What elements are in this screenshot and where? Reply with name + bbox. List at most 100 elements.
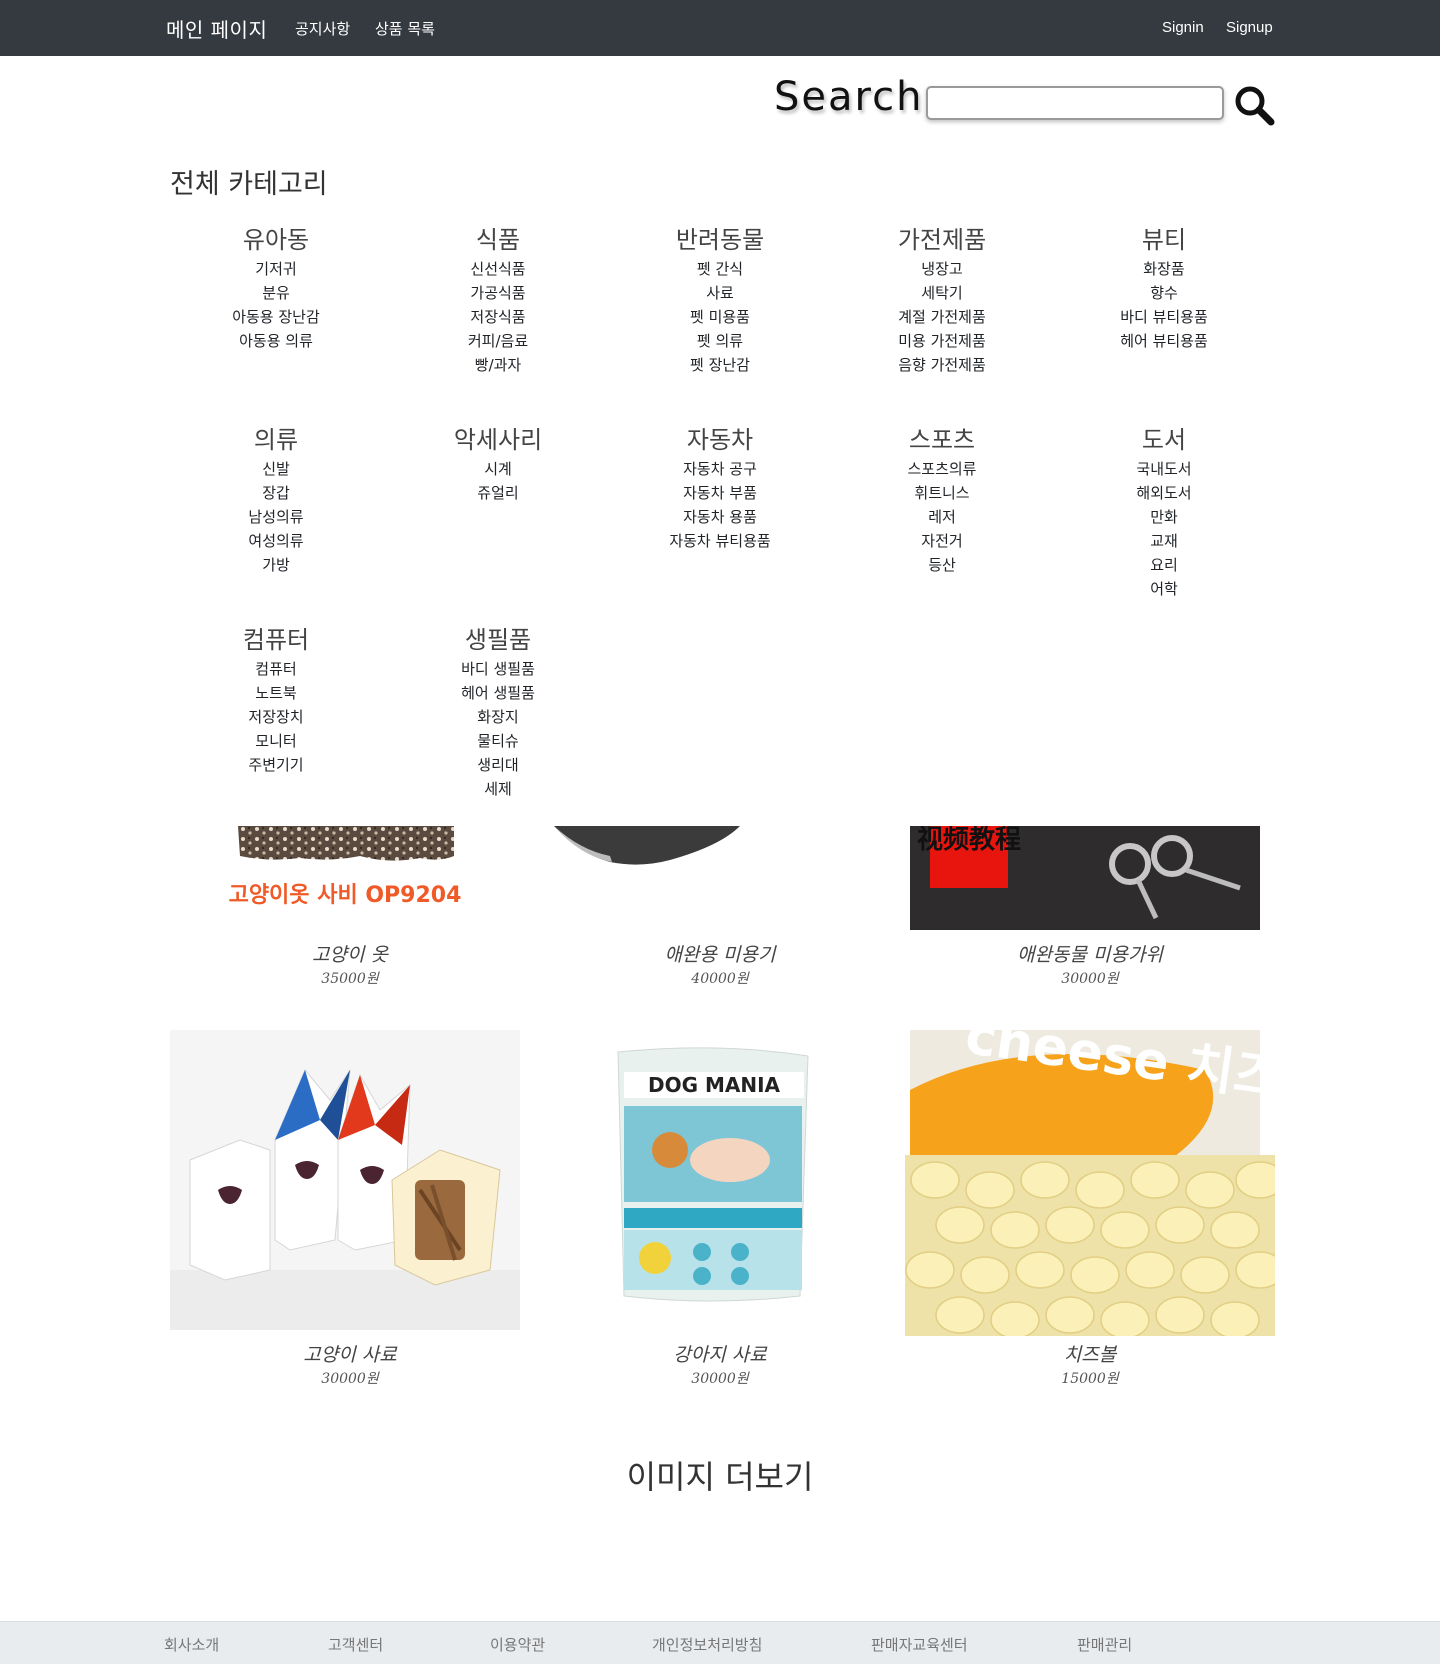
footer-link-terms[interactable]: 이용약관 bbox=[490, 1634, 545, 1655]
product-image-pet-clipper[interactable] bbox=[540, 826, 900, 930]
category-group: 도서 국내도서 해외도서 만화 교재 요리 어학 bbox=[1064, 425, 1264, 601]
category-item[interactable]: 저장식품 bbox=[398, 305, 598, 329]
footer-link-company[interactable]: 회사소개 bbox=[164, 1634, 219, 1655]
brand-home-link[interactable]: 메인 페이지 bbox=[166, 14, 267, 43]
category-item[interactable]: 쥬얼리 bbox=[398, 481, 598, 505]
category-item[interactable]: 휘트니스 bbox=[842, 481, 1042, 505]
search-input[interactable] bbox=[926, 86, 1224, 120]
category-item[interactable]: 신발 bbox=[176, 457, 376, 481]
category-item[interactable]: 스포츠의류 bbox=[842, 457, 1042, 481]
category-item[interactable]: 냉장고 bbox=[842, 257, 1042, 281]
category-item[interactable]: 모니터 bbox=[176, 729, 376, 753]
category-heading[interactable]: 가전제품 bbox=[842, 225, 1042, 255]
product-image-text: DOG MANIA bbox=[648, 1073, 781, 1097]
category-item[interactable]: 신선식품 bbox=[398, 257, 598, 281]
category-group: 의류 신발 장갑 남성의류 여성의류 가방 bbox=[176, 425, 376, 577]
category-item[interactable]: 미용 가전제품 bbox=[842, 329, 1042, 353]
category-item[interactable]: 화장지 bbox=[398, 705, 598, 729]
nav-products-link[interactable]: 상품 목록 bbox=[375, 18, 435, 39]
product-name[interactable]: 애완용 미용기 bbox=[540, 940, 900, 967]
category-item[interactable]: 해외도서 bbox=[1064, 481, 1264, 505]
category-item[interactable]: 자동차 공구 bbox=[620, 457, 820, 481]
category-heading[interactable]: 도서 bbox=[1064, 425, 1264, 455]
product-name[interactable]: 애완동물 미용가위 bbox=[910, 940, 1270, 967]
category-item[interactable]: 아동용 의류 bbox=[176, 329, 376, 353]
category-item[interactable]: 펫 의류 bbox=[620, 329, 820, 353]
product-name[interactable]: 강아지 사료 bbox=[540, 1340, 900, 1367]
category-heading[interactable]: 컴퓨터 bbox=[176, 625, 376, 655]
signin-link[interactable]: Signin bbox=[1162, 19, 1204, 36]
category-item[interactable]: 음향 가전제품 bbox=[842, 353, 1042, 377]
category-item[interactable]: 자전거 bbox=[842, 529, 1042, 553]
product-image-pet-scissors[interactable]: 视频教程 bbox=[910, 826, 1260, 930]
search-label: Search bbox=[774, 74, 924, 120]
category-item[interactable]: 가방 bbox=[176, 553, 376, 577]
signup-link[interactable]: Signup bbox=[1226, 19, 1273, 36]
category-heading[interactable]: 스포츠 bbox=[842, 425, 1042, 455]
category-item[interactable]: 헤어 생필품 bbox=[398, 681, 598, 705]
footer-link-privacy[interactable]: 개인정보처리방침 bbox=[652, 1634, 762, 1655]
category-heading[interactable]: 생필품 bbox=[398, 625, 598, 655]
category-group: 컴퓨터 컴퓨터 노트북 저장장치 모니터 주변기기 bbox=[176, 625, 376, 777]
category-item[interactable]: 바디 뷰티용품 bbox=[1064, 305, 1264, 329]
category-item[interactable]: 향수 bbox=[1064, 281, 1264, 305]
category-heading[interactable]: 뷰티 bbox=[1064, 225, 1264, 255]
category-item[interactable]: 펫 간식 bbox=[620, 257, 820, 281]
category-item[interactable]: 펫 장난감 bbox=[620, 353, 820, 377]
product-image-cat-clothes[interactable]: 고양이옷 사비 OP9204 bbox=[170, 826, 520, 930]
category-item[interactable]: 화장품 bbox=[1064, 257, 1264, 281]
category-item[interactable]: 시계 bbox=[398, 457, 598, 481]
category-item[interactable]: 교재 bbox=[1064, 529, 1264, 553]
category-heading[interactable]: 반려동물 bbox=[620, 225, 820, 255]
category-item[interactable]: 노트북 bbox=[176, 681, 376, 705]
product-image-cat-food[interactable] bbox=[170, 1030, 520, 1330]
category-item[interactable]: 자동차 용품 bbox=[620, 505, 820, 529]
category-item[interactable]: 물티슈 bbox=[398, 729, 598, 753]
category-item[interactable]: 사료 bbox=[620, 281, 820, 305]
footer-link-seller-education[interactable]: 판매자교육센터 bbox=[871, 1634, 968, 1655]
category-item[interactable]: 커피/음료 bbox=[398, 329, 598, 353]
category-heading[interactable]: 의류 bbox=[176, 425, 376, 455]
category-heading[interactable]: 유아동 bbox=[176, 225, 376, 255]
category-item[interactable]: 요리 bbox=[1064, 553, 1264, 577]
category-item[interactable]: 어학 bbox=[1064, 577, 1264, 601]
category-item[interactable]: 만화 bbox=[1064, 505, 1264, 529]
category-item[interactable]: 분유 bbox=[176, 281, 376, 305]
category-item[interactable]: 빵/과자 bbox=[398, 353, 598, 377]
category-item[interactable]: 계절 가전제품 bbox=[842, 305, 1042, 329]
category-item[interactable]: 장갑 bbox=[176, 481, 376, 505]
category-heading[interactable]: 악세사리 bbox=[398, 425, 598, 455]
category-item[interactable]: 펫 미용품 bbox=[620, 305, 820, 329]
product-name[interactable]: 고양이 옷 bbox=[170, 940, 530, 967]
category-item[interactable]: 등산 bbox=[842, 553, 1042, 577]
category-item[interactable]: 생리대 bbox=[398, 753, 598, 777]
category-item[interactable]: 여성의류 bbox=[176, 529, 376, 553]
category-item[interactable]: 세탁기 bbox=[842, 281, 1042, 305]
category-item[interactable]: 아동용 장난감 bbox=[176, 305, 376, 329]
category-item[interactable]: 기저귀 bbox=[176, 257, 376, 281]
product-image-cheese-ball[interactable]: cheese 치즈볼 bbox=[905, 1030, 1275, 1336]
category-item[interactable]: 레저 bbox=[842, 505, 1042, 529]
category-item[interactable]: 컴퓨터 bbox=[176, 657, 376, 681]
category-item[interactable]: 가공식품 bbox=[398, 281, 598, 305]
category-heading[interactable]: 자동차 bbox=[620, 425, 820, 455]
product-name[interactable]: 고양이 사료 bbox=[170, 1340, 530, 1367]
category-item[interactable]: 주변기기 bbox=[176, 753, 376, 777]
product-image-dog-food[interactable]: DOG MANIA bbox=[540, 1030, 900, 1330]
more-images-link[interactable]: 이미지 더보기 bbox=[520, 1452, 920, 1498]
footer-link-seller-admin[interactable]: 판매관리 bbox=[1077, 1634, 1132, 1655]
category-item[interactable]: 헤어 뷰티용품 bbox=[1064, 329, 1264, 353]
product-price: 40000원 bbox=[691, 971, 749, 987]
category-heading[interactable]: 식품 bbox=[398, 225, 598, 255]
category-item[interactable]: 자동차 부품 bbox=[620, 481, 820, 505]
category-item[interactable]: 자동차 뷰티용품 bbox=[620, 529, 820, 553]
category-item[interactable]: 저장장치 bbox=[176, 705, 376, 729]
nav-notice-link[interactable]: 공지사항 bbox=[295, 18, 350, 39]
category-item[interactable]: 남성의류 bbox=[176, 505, 376, 529]
category-item[interactable]: 세제 bbox=[398, 777, 598, 801]
category-item[interactable]: 바디 생필품 bbox=[398, 657, 598, 681]
search-icon[interactable] bbox=[1233, 84, 1277, 128]
footer-link-support[interactable]: 고객센터 bbox=[328, 1634, 383, 1655]
product-name[interactable]: 치즈볼 bbox=[910, 1340, 1270, 1367]
category-item[interactable]: 국내도서 bbox=[1064, 457, 1264, 481]
